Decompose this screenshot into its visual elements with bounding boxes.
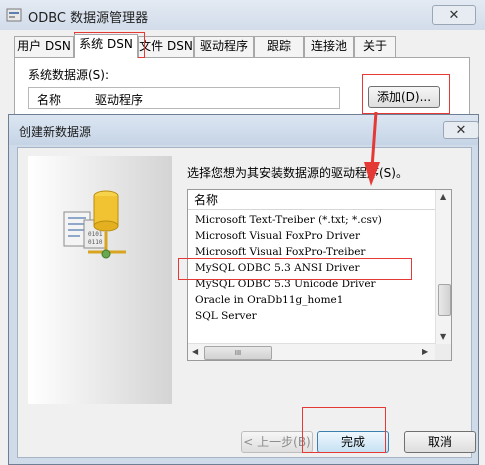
- odbc-titlebar: ODBC 数据源管理器 ✕: [0, 0, 485, 30]
- odbc-app-icon: [6, 8, 22, 22]
- annotation-arrow: [364, 111, 380, 186]
- close-icon: ✕: [448, 7, 460, 23]
- odbc-close-button[interactable]: ✕: [432, 5, 476, 25]
- list-item[interactable]: Microsoft Visual FoxPro-Treiber: [195, 244, 435, 260]
- horizontal-scrollbar[interactable]: ◀ III ▶: [188, 343, 435, 360]
- odbc-window-title: ODBC 数据源管理器: [28, 11, 149, 26]
- list-item[interactable]: Microsoft Text-Treiber (*.txt; *.csv): [195, 212, 435, 228]
- create-data-source-dialog: 创建新数据源 ✕ 0101 0110 选择您想为其安装数据源的驱动程序(S)。 …: [8, 114, 479, 465]
- dialog-titlebar: 创建新数据源 ✕: [9, 115, 479, 145]
- svg-text:0110: 0110: [88, 239, 103, 246]
- database-network-icon: 0101 0110: [63, 190, 126, 259]
- vertical-scrollbar[interactable]: ▲ ▼: [435, 190, 451, 344]
- back-button[interactable]: < 上一步(B): [241, 431, 313, 453]
- cancel-button[interactable]: 取消: [404, 431, 476, 453]
- scrollbar-corner: [435, 344, 451, 360]
- list-item[interactable]: MySQL ODBC 5.3 Unicode Driver: [195, 276, 435, 292]
- add-button[interactable]: 添加(D)...: [368, 86, 440, 108]
- vertical-scroll-thumb[interactable]: [438, 284, 451, 316]
- system-dsn-table[interactable]: 名称 驱动程序: [28, 87, 340, 109]
- tab-drivers[interactable]: 驱动程序: [194, 36, 254, 57]
- tab-user-dsn[interactable]: 用户 DSN: [14, 36, 74, 57]
- list-item[interactable]: SQL Server: [195, 308, 435, 324]
- wizard-side-panel: 0101 0110: [28, 156, 172, 404]
- close-icon: ✕: [455, 122, 467, 138]
- list-item[interactable]: Microsoft Visual FoxPro Driver: [195, 228, 435, 244]
- scroll-right-icon[interactable]: ▶: [422, 347, 428, 356]
- tab-tracing[interactable]: 跟踪: [254, 36, 304, 57]
- list-item-selected[interactable]: MySQL ODBC 5.3 ANSI Driver: [195, 260, 435, 276]
- driver-list[interactable]: 名称 Microsoft Text-Treiber (*.txt; *.csv)…: [187, 189, 452, 361]
- finish-button[interactable]: 完成: [317, 431, 389, 453]
- svg-text:0101: 0101: [88, 231, 103, 238]
- dialog-close-button[interactable]: ✕: [443, 121, 479, 139]
- scroll-down-icon[interactable]: ▼: [440, 332, 446, 341]
- list-item[interactable]: Oracle in OraDb11g_home1: [195, 292, 435, 308]
- list-header-name[interactable]: 名称: [188, 190, 435, 210]
- tab-file-dsn[interactable]: 文件 DSN: [138, 36, 194, 57]
- horizontal-scroll-thumb[interactable]: III: [204, 346, 272, 360]
- scroll-left-icon[interactable]: ◀: [192, 347, 198, 356]
- system-dsn-label: 系统数据源(S):: [28, 68, 110, 82]
- dialog-body: 0101 0110 选择您想为其安装数据源的驱动程序(S)。 名称 Micros…: [17, 147, 476, 458]
- tab-about[interactable]: 关于: [354, 36, 396, 57]
- scroll-up-icon[interactable]: ▲: [440, 192, 446, 201]
- column-header-name[interactable]: 名称: [37, 91, 61, 108]
- tab-connection-pool[interactable]: 连接池: [304, 36, 354, 57]
- dialog-title: 创建新数据源: [19, 125, 92, 139]
- column-header-driver[interactable]: 驱动程序: [95, 91, 143, 108]
- tab-system-dsn[interactable]: 系统 DSN: [74, 34, 138, 58]
